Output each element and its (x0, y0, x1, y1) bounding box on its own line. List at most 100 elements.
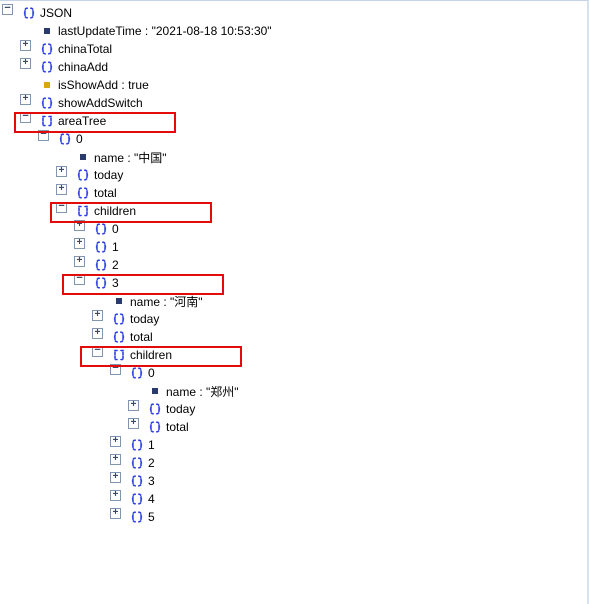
object-icon (148, 420, 162, 434)
node-label: 1 (111, 240, 119, 254)
object-icon (130, 366, 144, 380)
node-label: total (93, 186, 117, 200)
node-label: total (165, 420, 189, 434)
node-label: 0 (111, 222, 119, 236)
expander-icon[interactable] (74, 256, 85, 267)
node-label: children (93, 204, 136, 218)
json-tree-viewer[interactable]: JSON lastUpdateTime : "2021-08-18 10:53:… (0, 0, 589, 604)
node-today[interactable]: today (2, 166, 587, 184)
value-icon (112, 294, 126, 308)
node-label: today (93, 168, 123, 182)
node-label: 0 (75, 132, 83, 146)
node-lastUpdateTime[interactable]: lastUpdateTime : "2021-08-18 10:53:30" (2, 22, 587, 40)
node-label: JSON (39, 6, 72, 20)
object-icon (40, 60, 54, 74)
expander-icon[interactable] (56, 166, 67, 177)
node-total[interactable]: total (2, 184, 587, 202)
expander-icon[interactable] (92, 346, 103, 357)
expander-icon[interactable] (20, 40, 31, 51)
object-icon (112, 312, 126, 326)
expander-icon[interactable] (20, 112, 31, 123)
expander-icon[interactable] (20, 58, 31, 69)
expander-icon[interactable] (38, 130, 49, 141)
node-label: 3 (147, 474, 155, 488)
object-icon (40, 96, 54, 110)
node-name-china[interactable]: name : "中国" (2, 148, 587, 166)
list-item[interactable]: 2 (2, 256, 587, 274)
node-label: 1 (147, 438, 155, 452)
value-icon (40, 78, 54, 92)
node-label: 0 (147, 366, 155, 380)
node-chinaAdd[interactable]: chinaAdd (2, 58, 587, 76)
expander-icon[interactable] (56, 184, 67, 195)
array-icon (40, 114, 54, 128)
value-icon (40, 24, 54, 38)
list-item[interactable]: 4 (2, 490, 587, 508)
expander-icon[interactable] (74, 220, 85, 231)
expander-icon[interactable] (2, 4, 13, 15)
node-label: areaTree (57, 114, 106, 128)
list-item[interactable]: 3 (2, 472, 587, 490)
expander-icon[interactable] (74, 274, 85, 285)
object-icon (94, 258, 108, 272)
value-icon (148, 384, 162, 398)
node-total[interactable]: total (2, 328, 587, 346)
expander-icon[interactable] (92, 328, 103, 339)
list-item[interactable]: 0 (2, 220, 587, 238)
list-item[interactable]: 5 (2, 508, 587, 526)
node-label: today (165, 402, 195, 416)
json-tree: JSON lastUpdateTime : "2021-08-18 10:53:… (0, 1, 587, 526)
node-label: total (129, 330, 153, 344)
object-icon (130, 474, 144, 488)
expander-icon[interactable] (110, 472, 121, 483)
node-label: 3 (111, 276, 119, 290)
node-showAddSwitch[interactable]: showAddSwitch (2, 94, 587, 112)
expander-icon[interactable] (128, 418, 139, 429)
expander-icon[interactable] (56, 202, 67, 213)
list-item[interactable]: 1 (2, 238, 587, 256)
list-item[interactable]: 2 (2, 454, 587, 472)
object-icon (130, 510, 144, 524)
node-label: showAddSwitch (57, 96, 143, 110)
node-isShowAdd[interactable]: isShowAdd : true (2, 76, 587, 94)
node-label: 5 (147, 510, 155, 524)
expander-icon[interactable] (110, 364, 121, 375)
node-children-2[interactable]: children (2, 346, 587, 364)
node-label: name : "河南" (129, 293, 203, 310)
node-areaTree-0[interactable]: 0 (2, 130, 587, 148)
object-icon (94, 276, 108, 290)
list-item[interactable]: 1 (2, 436, 587, 454)
node-label: 4 (147, 492, 155, 506)
node-today[interactable]: today (2, 400, 587, 418)
node-city-0[interactable]: 0 (2, 364, 587, 382)
node-total[interactable]: total (2, 418, 587, 436)
expander-icon[interactable] (110, 490, 121, 501)
node-label: name : "中国" (93, 149, 167, 166)
expander-icon[interactable] (92, 310, 103, 321)
array-icon (76, 204, 90, 218)
expander-icon[interactable] (110, 436, 121, 447)
object-icon (130, 492, 144, 506)
expander-icon[interactable] (110, 454, 121, 465)
object-icon (130, 438, 144, 452)
node-today[interactable]: today (2, 310, 587, 328)
node-label: 2 (111, 258, 119, 272)
node-name-henan[interactable]: name : "河南" (2, 292, 587, 310)
expander-icon[interactable] (128, 400, 139, 411)
node-name-zhengzhou[interactable]: name : "郑州" (2, 382, 587, 400)
node-label: lastUpdateTime : "2021-08-18 10:53:30" (57, 24, 272, 38)
array-icon (112, 348, 126, 362)
expander-icon[interactable] (110, 508, 121, 519)
object-icon (130, 456, 144, 470)
expander-icon[interactable] (20, 94, 31, 105)
node-label: name : "郑州" (165, 383, 239, 400)
node-children-3[interactable]: 3 (2, 274, 587, 292)
node-children-1[interactable]: children (2, 202, 587, 220)
node-json-root[interactable]: JSON (2, 4, 587, 22)
expander-icon[interactable] (74, 238, 85, 249)
object-icon (22, 6, 36, 20)
node-label: today (129, 312, 159, 326)
node-chinaTotal[interactable]: chinaTotal (2, 40, 587, 58)
object-icon (94, 222, 108, 236)
node-areaTree[interactable]: areaTree (2, 112, 587, 130)
